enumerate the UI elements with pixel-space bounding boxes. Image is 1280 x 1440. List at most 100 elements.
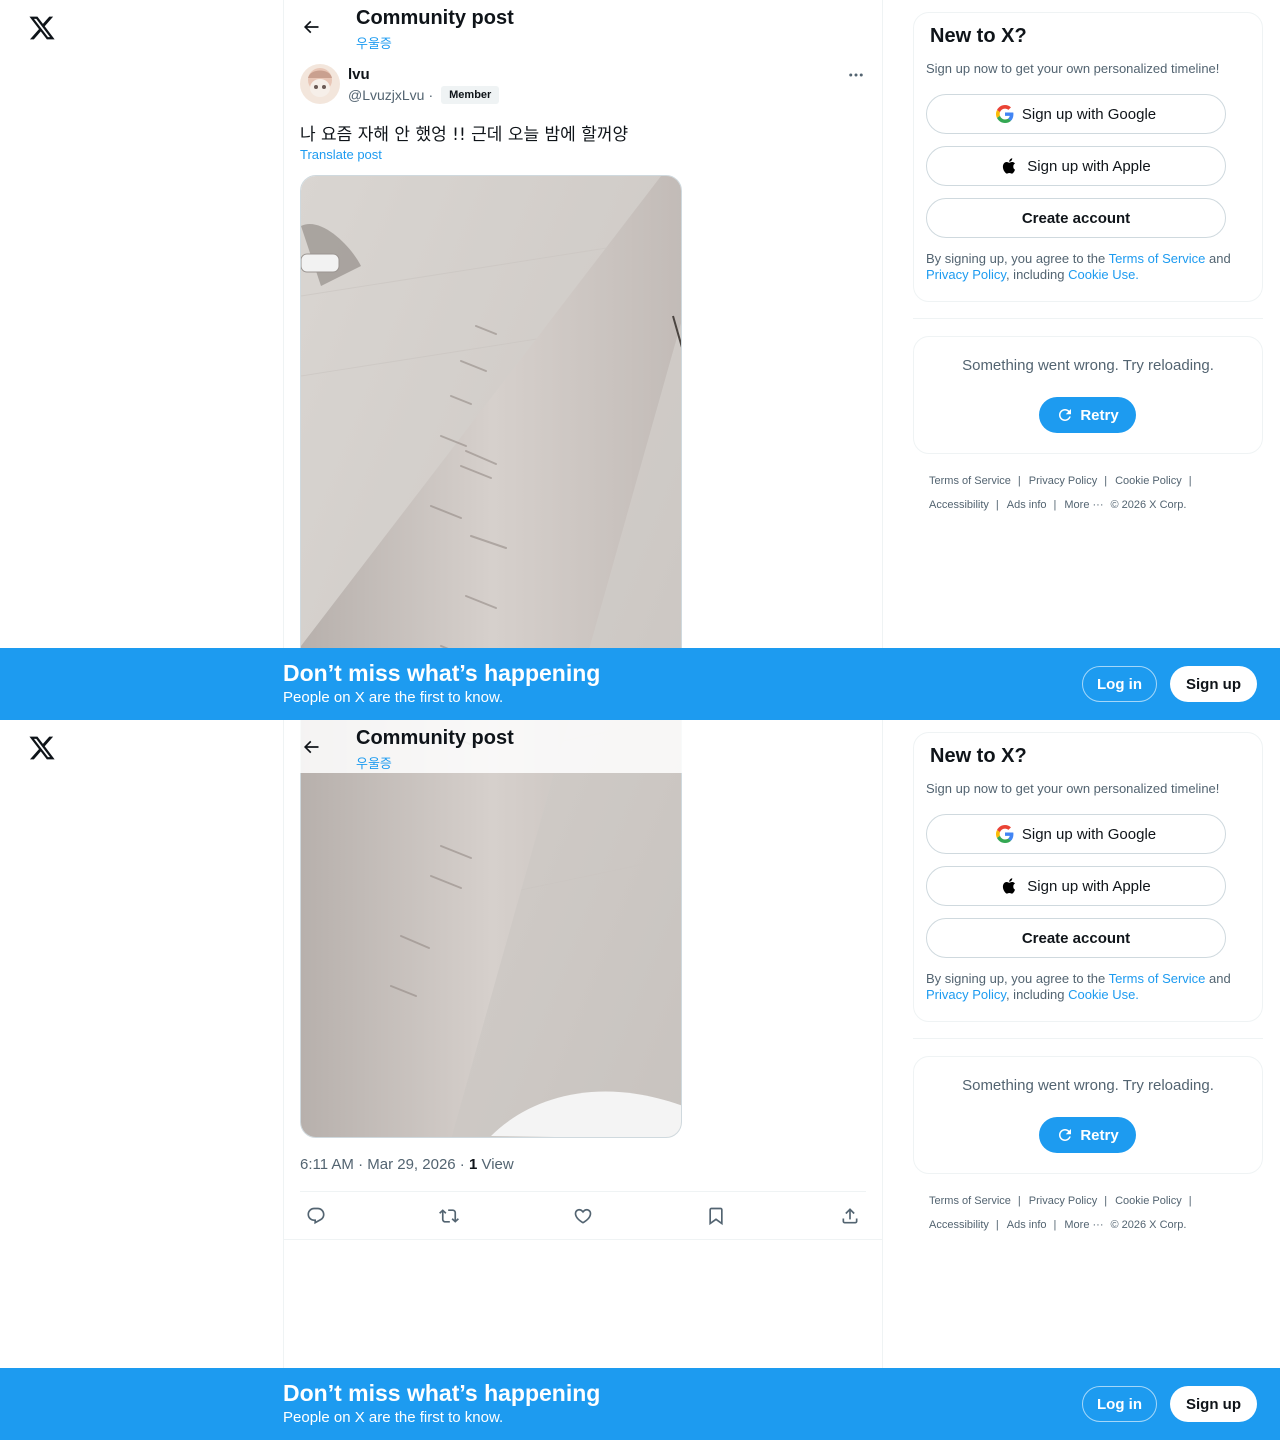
- post-timestamp: 6:11 AM · Mar 29, 2026 · 1 View: [300, 1156, 514, 1173]
- post-actions: [300, 1204, 866, 1228]
- main-column: Community post 우울증 6:11 AM · Mar 29, 202…: [283, 720, 883, 1440]
- footer-terms-link[interactable]: Terms of Service: [929, 475, 1011, 487]
- sidebar-divider: [913, 318, 1263, 319]
- refresh-icon: [1059, 409, 1072, 421]
- google-signup-button[interactable]: Sign up with Google: [926, 94, 1226, 134]
- footer-terms-link[interactable]: Terms of Service: [929, 1195, 1011, 1207]
- footer-cookie-link[interactable]: Cookie Policy: [1115, 1195, 1182, 1207]
- page-title: Community post: [356, 7, 514, 29]
- footer-ads-info-link[interactable]: Ads info: [1007, 499, 1047, 511]
- signup-title: New to X?: [930, 745, 1027, 767]
- apple-signup-button[interactable]: Sign up with Apple: [926, 866, 1226, 906]
- terms-including: , including: [1005, 987, 1069, 1002]
- footer-more-link[interactable]: More ···: [1064, 1219, 1103, 1231]
- create-account-button[interactable]: Create account: [926, 198, 1226, 238]
- retry-label: Retry: [1080, 406, 1119, 424]
- error-card: Something went wrong. Try reloading. Ret…: [913, 336, 1263, 454]
- view-label: View: [477, 1156, 514, 1173]
- signup-card: New to X? Sign up now to get your own pe…: [913, 12, 1263, 302]
- post-image[interactable]: [300, 175, 682, 720]
- create-account-label: Create account: [1021, 929, 1131, 947]
- signup-banner: Don’t miss what’s happening People on X …: [0, 1368, 1280, 1440]
- footer-accessibility-link[interactable]: Accessibility: [929, 499, 989, 511]
- member-badge: Member: [441, 86, 500, 104]
- terms-notice: By signing up, you agree to the Terms of…: [926, 251, 1256, 283]
- apple-icon: [1003, 158, 1016, 174]
- signup-title: New to X?: [930, 25, 1027, 47]
- footer-more-link[interactable]: More ···: [1064, 499, 1103, 511]
- error-message: Something went wrong. Try reloading.: [962, 1077, 1214, 1094]
- x-logo-icon[interactable]: [28, 14, 56, 42]
- footer-privacy-link[interactable]: Privacy Policy: [1029, 475, 1097, 487]
- apple-signup-button[interactable]: Sign up with Apple: [926, 146, 1226, 186]
- banner-subtitle: People on X are the first to know.: [283, 689, 504, 706]
- actions-divider: [300, 1191, 866, 1192]
- signup-banner: Don’t miss what’s happening People on X …: [0, 648, 1280, 720]
- x-logo-icon[interactable]: [28, 734, 56, 762]
- cookie-use-link[interactable]: Cookie Use.: [1068, 987, 1139, 1002]
- translate-post-link[interactable]: Translate post: [300, 147, 382, 162]
- post-image[interactable]: [300, 720, 682, 1138]
- footer-ads-info-link[interactable]: Ads info: [1007, 1219, 1047, 1231]
- terms-and: and: [1205, 251, 1231, 266]
- google-signup-button[interactable]: Sign up with Google: [926, 814, 1226, 854]
- back-arrow-icon[interactable]: [298, 14, 324, 40]
- author-name[interactable]: lvu: [348, 66, 370, 83]
- banner-subtitle: People on X are the first to know.: [283, 1409, 504, 1426]
- reply-icon[interactable]: [304, 1204, 328, 1228]
- signup-card: New to X? Sign up now to get your own pe…: [913, 732, 1263, 1022]
- post-time[interactable]: 6:11 AM · Mar 29, 2026 ·: [300, 1156, 469, 1173]
- privacy-policy-link[interactable]: Privacy Policy: [926, 267, 1006, 282]
- footer-privacy-link[interactable]: Privacy Policy: [1029, 1195, 1097, 1207]
- terms-notice: By signing up, you agree to the Terms of…: [926, 971, 1256, 1003]
- page-header: Community post 우울증: [284, 720, 882, 773]
- community-link[interactable]: 우울증: [356, 33, 392, 52]
- post-text: 나 요즘 자해 안 했엉 !! 근데 오늘 밤에 할꺼양: [300, 125, 629, 145]
- like-icon[interactable]: [571, 1204, 595, 1228]
- page-title: Community post: [356, 727, 514, 749]
- page-header: Community post 우울증: [284, 0, 882, 53]
- banner-title: Don’t miss what’s happening: [283, 1380, 601, 1406]
- sidebar-footer: Terms of Service | Privacy Policy | Cookie…: [929, 1195, 1192, 1231]
- back-arrow-icon[interactable]: [298, 734, 324, 760]
- share-icon[interactable]: [838, 1204, 862, 1228]
- author-handle-row: @LvuzjxLvu · Member: [348, 86, 500, 104]
- signup-subtitle: Sign up now to get your own personalized…: [926, 61, 1220, 76]
- error-card: Something went wrong. Try reloading. Ret…: [913, 1056, 1263, 1174]
- main-column: Community post 우울증 lvu @LvuzjxLvu · Memb…: [283, 0, 883, 720]
- apple-signup-label: Sign up with Apple: [1027, 157, 1151, 175]
- more-icon[interactable]: [844, 66, 868, 84]
- terms-of-service-link[interactable]: Terms of Service: [1109, 251, 1206, 266]
- repost-icon[interactable]: [437, 1204, 461, 1228]
- create-account-label: Create account: [1021, 209, 1131, 227]
- terms-and: and: [1205, 971, 1231, 986]
- sidebar-divider: [913, 1038, 1263, 1039]
- privacy-policy-link[interactable]: Privacy Policy: [926, 987, 1006, 1002]
- terms-prefix: By signing up, you agree to the: [926, 251, 1109, 266]
- login-button[interactable]: Log in: [1082, 1386, 1157, 1422]
- google-icon: [995, 105, 1014, 123]
- footer-accessibility-link[interactable]: Accessibility: [929, 1219, 989, 1231]
- viewport-top: Community post 우울증 lvu @LvuzjxLvu · Memb…: [0, 0, 1280, 720]
- terms-including: , including: [1005, 267, 1069, 282]
- apple-signup-label: Sign up with Apple: [1027, 877, 1151, 895]
- avatar[interactable]: [300, 64, 340, 104]
- refresh-icon: [1059, 1129, 1072, 1141]
- retry-button[interactable]: Retry: [1039, 1117, 1136, 1153]
- terms-of-service-link[interactable]: Terms of Service: [1109, 971, 1206, 986]
- sidebar-footer: Terms of Service | Privacy Policy | Cookie…: [929, 475, 1192, 511]
- banner-title: Don’t miss what’s happening: [283, 660, 601, 686]
- footer-cookie-link[interactable]: Cookie Policy: [1115, 475, 1182, 487]
- login-button[interactable]: Log in: [1082, 666, 1157, 702]
- signup-button[interactable]: Sign up: [1170, 1386, 1257, 1422]
- post-bottom-border: [284, 1239, 882, 1240]
- handle-separator: ·: [428, 87, 434, 103]
- cookie-use-link[interactable]: Cookie Use.: [1068, 267, 1139, 282]
- community-link[interactable]: 우울증: [356, 753, 392, 772]
- create-account-button[interactable]: Create account: [926, 918, 1226, 958]
- footer-copyright: © 2026 X Corp.: [1110, 1219, 1187, 1231]
- bookmark-icon[interactable]: [704, 1204, 728, 1228]
- author-handle[interactable]: @LvuzjxLvu: [348, 87, 424, 103]
- retry-button[interactable]: Retry: [1039, 397, 1136, 433]
- signup-button[interactable]: Sign up: [1170, 666, 1257, 702]
